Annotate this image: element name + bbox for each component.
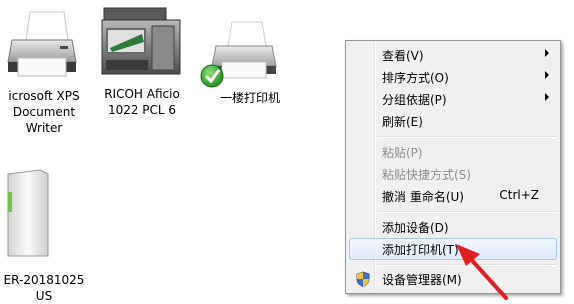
menu-separator	[377, 136, 557, 138]
menu-item-undo-rename[interactable]: 撤消 重命名(U) Ctrl+Z	[349, 185, 557, 207]
menu-item-label: 撤消 重命名(U)	[382, 190, 464, 204]
menu-item-label: 查看(V)	[382, 49, 424, 63]
computer-tower-icon	[7, 169, 49, 257]
uac-shield-icon	[356, 271, 370, 287]
device-floor1-printer[interactable]: 一楼打印机	[196, 20, 304, 110]
menu-item-label: 添加设备(D)	[382, 221, 449, 235]
menu-item-paste: 粘贴(P)	[349, 141, 557, 163]
printer-icon	[7, 11, 77, 77]
menu-item-paste-shortcut: 粘贴快捷方式(S)	[349, 163, 557, 185]
device-label: RICOH Aficio 1022 PCL 6	[104, 87, 180, 117]
device-ricoh[interactable]: RICOH Aficio 1022 PCL 6	[96, 4, 188, 130]
menu-item-sort-by[interactable]: 排序方式(O)	[349, 66, 557, 88]
menu-item-label: 排序方式(O)	[382, 71, 449, 85]
menu-item-label: 刷新(E)	[382, 115, 423, 129]
submenu-arrow-icon	[545, 71, 549, 79]
printer-default-icon	[200, 21, 277, 88]
device-xps-writer[interactable]: icrosoft XPS Document Writer	[0, 10, 88, 140]
menu-item-shortcut: Ctrl+Z	[499, 188, 539, 202]
device-label: ER-20181025 US	[3, 273, 85, 303]
device-label: 一楼打印机	[219, 91, 280, 105]
menu-item-label: 分组依据(P)	[382, 93, 447, 107]
red-arrow-icon	[456, 244, 508, 300]
menu-separator	[377, 211, 557, 213]
menu-item-view[interactable]: 查看(V)	[349, 44, 557, 66]
device-label: icrosoft XPS Document Writer	[8, 89, 80, 135]
submenu-arrow-icon	[545, 49, 549, 57]
device-computer[interactable]: ER-20181025 US	[0, 168, 88, 303]
menu-item-add-device[interactable]: 添加设备(D)	[349, 216, 557, 238]
menu-item-group-by[interactable]: 分组依据(P)	[349, 88, 557, 110]
menu-item-label: 粘贴快捷方式(S)	[382, 168, 471, 182]
multifunction-printer-icon	[101, 7, 181, 75]
menu-item-refresh[interactable]: 刷新(E)	[349, 110, 557, 132]
menu-item-label: 粘贴(P)	[382, 146, 423, 160]
submenu-arrow-icon	[545, 93, 549, 101]
